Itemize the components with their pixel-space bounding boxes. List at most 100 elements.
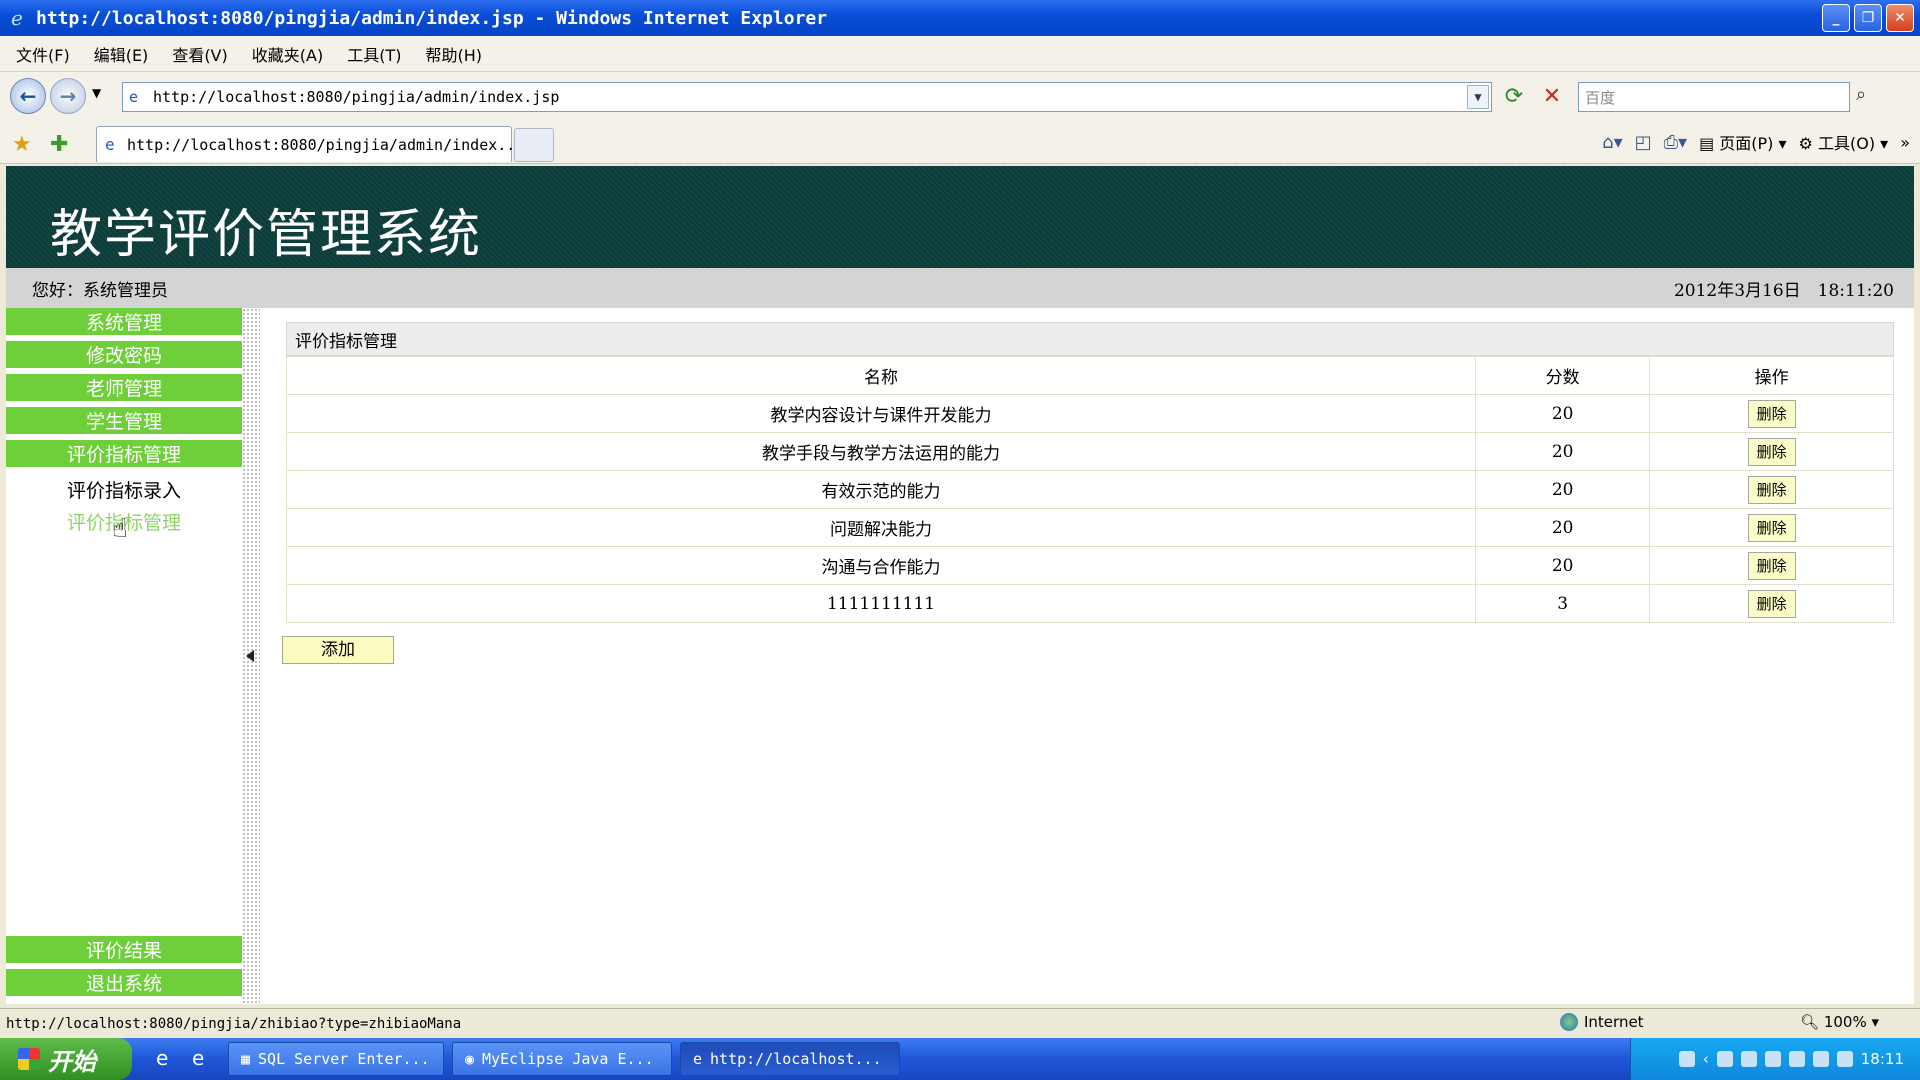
zone-label: Internet xyxy=(1584,1013,1644,1031)
col-header-action: 操作 xyxy=(1649,356,1894,395)
cell-name: 沟通与合作能力 xyxy=(285,546,1477,585)
tab-current[interactable]: e http://localhost:8080/pingjia/admin/in… xyxy=(96,126,524,162)
search-placeholder: 百度 xyxy=(1585,88,1616,107)
quicklaunch-ie2-icon[interactable]: e xyxy=(192,1046,204,1070)
sidebar-item-logout[interactable]: 退出系统 xyxy=(6,969,242,999)
table-row: 1111111111 3 删除 xyxy=(285,584,1894,623)
tools-menu[interactable]: ⚙ 工具(O) ▾ xyxy=(1799,130,1889,154)
menu-tools[interactable]: 工具(T) xyxy=(347,42,401,66)
search-icon[interactable]: ⌕ xyxy=(1856,84,1882,110)
globe-icon xyxy=(1560,1013,1578,1031)
myeclipse-icon: ◉ xyxy=(465,1050,475,1068)
add-button[interactable]: 添加 xyxy=(282,636,394,664)
hand-cursor-icon: ☝ xyxy=(112,514,128,544)
zoom-icon: 🔍︎ xyxy=(1800,1013,1820,1031)
qq-icon[interactable] xyxy=(1764,1051,1781,1067)
back-button[interactable]: ← xyxy=(10,78,46,114)
sidebar-item-results[interactable]: 评价结果 xyxy=(6,936,242,966)
address-url: http://localhost:8080/pingjia/admin/inde… xyxy=(153,88,560,106)
task-sql-server[interactable]: ▦ SQL Server Enter... xyxy=(228,1042,444,1076)
security-zone: Internet xyxy=(1560,1013,1644,1031)
home-icon[interactable]: ⌂▾ xyxy=(1602,132,1622,153)
address-input[interactable]: e http://localhost:8080/pingjia/admin/in… xyxy=(122,82,1492,112)
minimize-button[interactable]: _ xyxy=(1822,4,1850,32)
tray-app-icon[interactable] xyxy=(1836,1051,1853,1067)
page-icon: e xyxy=(129,88,139,106)
delete-button[interactable]: 删除 xyxy=(1747,589,1796,618)
cell-action: 删除 xyxy=(1649,394,1894,433)
cell-score: 20 xyxy=(1475,470,1651,509)
indicator-table: 名称 分数 操作 教学内容设计与课件开发能力 20 删除 教学手段与教学方法运用… xyxy=(285,356,1894,623)
delete-button[interactable]: 删除 xyxy=(1747,475,1796,504)
sidebar-item-students[interactable]: 学生管理 xyxy=(6,407,242,437)
cell-name: 有效示范的能力 xyxy=(285,470,1477,509)
collapse-arrow-icon[interactable] xyxy=(246,650,254,662)
keyboard-icon[interactable] xyxy=(1678,1051,1695,1067)
ie-task-icon: e xyxy=(693,1050,703,1068)
cell-name: 1111111111 xyxy=(285,584,1477,623)
new-tab-button[interactable] xyxy=(514,128,554,162)
security-shield-icon[interactable] xyxy=(1812,1051,1829,1067)
delete-button[interactable]: 删除 xyxy=(1747,551,1796,580)
tray-expand-icon[interactable]: ‹ xyxy=(1703,1050,1709,1068)
chevron-more-icon[interactable]: » xyxy=(1900,133,1910,152)
menu-edit[interactable]: 编辑(E) xyxy=(94,42,149,66)
sidebar-item-system[interactable]: 系统管理 xyxy=(6,308,242,338)
panel-title: 评价指标管理 xyxy=(286,322,1894,356)
datetime: 2012年3月16日 18:11:20 xyxy=(1673,280,1894,301)
delete-button[interactable]: 删除 xyxy=(1747,399,1796,428)
main-content: 评价指标管理 名称 分数 操作 教学内容设计与课件开发能力 20 删除 教学手段… xyxy=(260,308,1914,1004)
print-icon[interactable]: ⎙▾ xyxy=(1664,132,1687,153)
menu-favorites[interactable]: 收藏夹(A) xyxy=(252,42,323,66)
system-title: 教学评价管理系统 xyxy=(50,205,483,265)
sidebar-sub-indicator-entry[interactable]: 评价指标录入 xyxy=(6,476,242,503)
network-icon[interactable] xyxy=(1716,1051,1733,1067)
col-header-score: 分数 xyxy=(1475,356,1651,395)
zoom-control[interactable]: 🔍︎ 100% ▾ xyxy=(1800,1013,1879,1031)
start-button[interactable]: 开始 xyxy=(0,1038,132,1080)
menu-view[interactable]: 查看(V) xyxy=(172,42,227,66)
tab-label: http://localhost:8080/pingjia/admin/inde… xyxy=(127,135,525,154)
page-menu-icon: ▤ xyxy=(1699,134,1715,153)
task-myeclipse[interactable]: ◉ MyEclipse Java E... xyxy=(452,1042,672,1076)
monitor-icon[interactable] xyxy=(1740,1051,1757,1067)
window-title: http://localhost:8080/pingjia/admin/inde… xyxy=(36,7,828,29)
sidebar-item-password[interactable]: 修改密码 xyxy=(6,341,242,371)
cell-score: 20 xyxy=(1475,394,1651,433)
svg-text:e: e xyxy=(11,7,23,29)
forward-button[interactable]: → xyxy=(50,78,86,114)
volume-icon[interactable] xyxy=(1788,1051,1805,1067)
refresh-icon[interactable]: ⟳ xyxy=(1500,84,1528,112)
window-title-bar: e http://localhost:8080/pingjia/admin/in… xyxy=(0,0,1920,36)
page-menu[interactable]: ▤ 页面(P) ▾ xyxy=(1699,130,1786,154)
restore-button[interactable]: ❐ xyxy=(1854,4,1882,32)
delete-button[interactable]: 删除 xyxy=(1747,513,1796,542)
table-row: 沟通与合作能力 20 删除 xyxy=(285,546,1894,585)
search-input[interactable]: 百度 xyxy=(1578,82,1850,112)
tab-bar: ★ ✚ e http://localhost:8080/pingjia/admi… xyxy=(0,124,1920,164)
cell-action: 删除 xyxy=(1649,432,1894,471)
favorites-star-icon[interactable]: ★ xyxy=(12,132,32,157)
task-ie[interactable]: e http://localhost... xyxy=(680,1042,900,1076)
cell-score: 20 xyxy=(1475,508,1651,547)
cell-score: 20 xyxy=(1475,432,1651,471)
cell-score: 3 xyxy=(1475,584,1651,623)
menu-bar: 文件(F) 编辑(E) 查看(V) 收藏夹(A) 工具(T) 帮助(H) xyxy=(0,36,1920,72)
tab-ie-icon: e xyxy=(105,135,115,154)
sidebar-item-teachers[interactable]: 老师管理 xyxy=(6,374,242,404)
stop-icon[interactable]: ✕ xyxy=(1538,84,1566,112)
feeds-icon[interactable]: ◰ xyxy=(1635,132,1652,153)
address-dropdown-icon[interactable]: ▼ xyxy=(1467,85,1489,109)
close-button[interactable]: ✕ xyxy=(1886,4,1914,32)
delete-button[interactable]: 删除 xyxy=(1747,437,1796,466)
col-header-name: 名称 xyxy=(285,356,1477,395)
menu-file[interactable]: 文件(F) xyxy=(16,42,70,66)
sidebar-splitter[interactable] xyxy=(242,308,260,1004)
sidebar-item-indicators[interactable]: 评价指标管理 xyxy=(6,440,242,470)
quicklaunch-ie-icon[interactable]: e xyxy=(156,1046,168,1070)
address-toolbar: ← → ▼ e http://localhost:8080/pingjia/ad… xyxy=(0,72,1920,124)
add-favorite-icon[interactable]: ✚ xyxy=(50,132,68,157)
indicator-panel: 评价指标管理 名称 分数 操作 教学内容设计与课件开发能力 20 删除 教学手段… xyxy=(285,322,1894,623)
history-dropdown-icon[interactable]: ▼ xyxy=(92,86,101,100)
menu-help[interactable]: 帮助(H) xyxy=(425,42,482,66)
